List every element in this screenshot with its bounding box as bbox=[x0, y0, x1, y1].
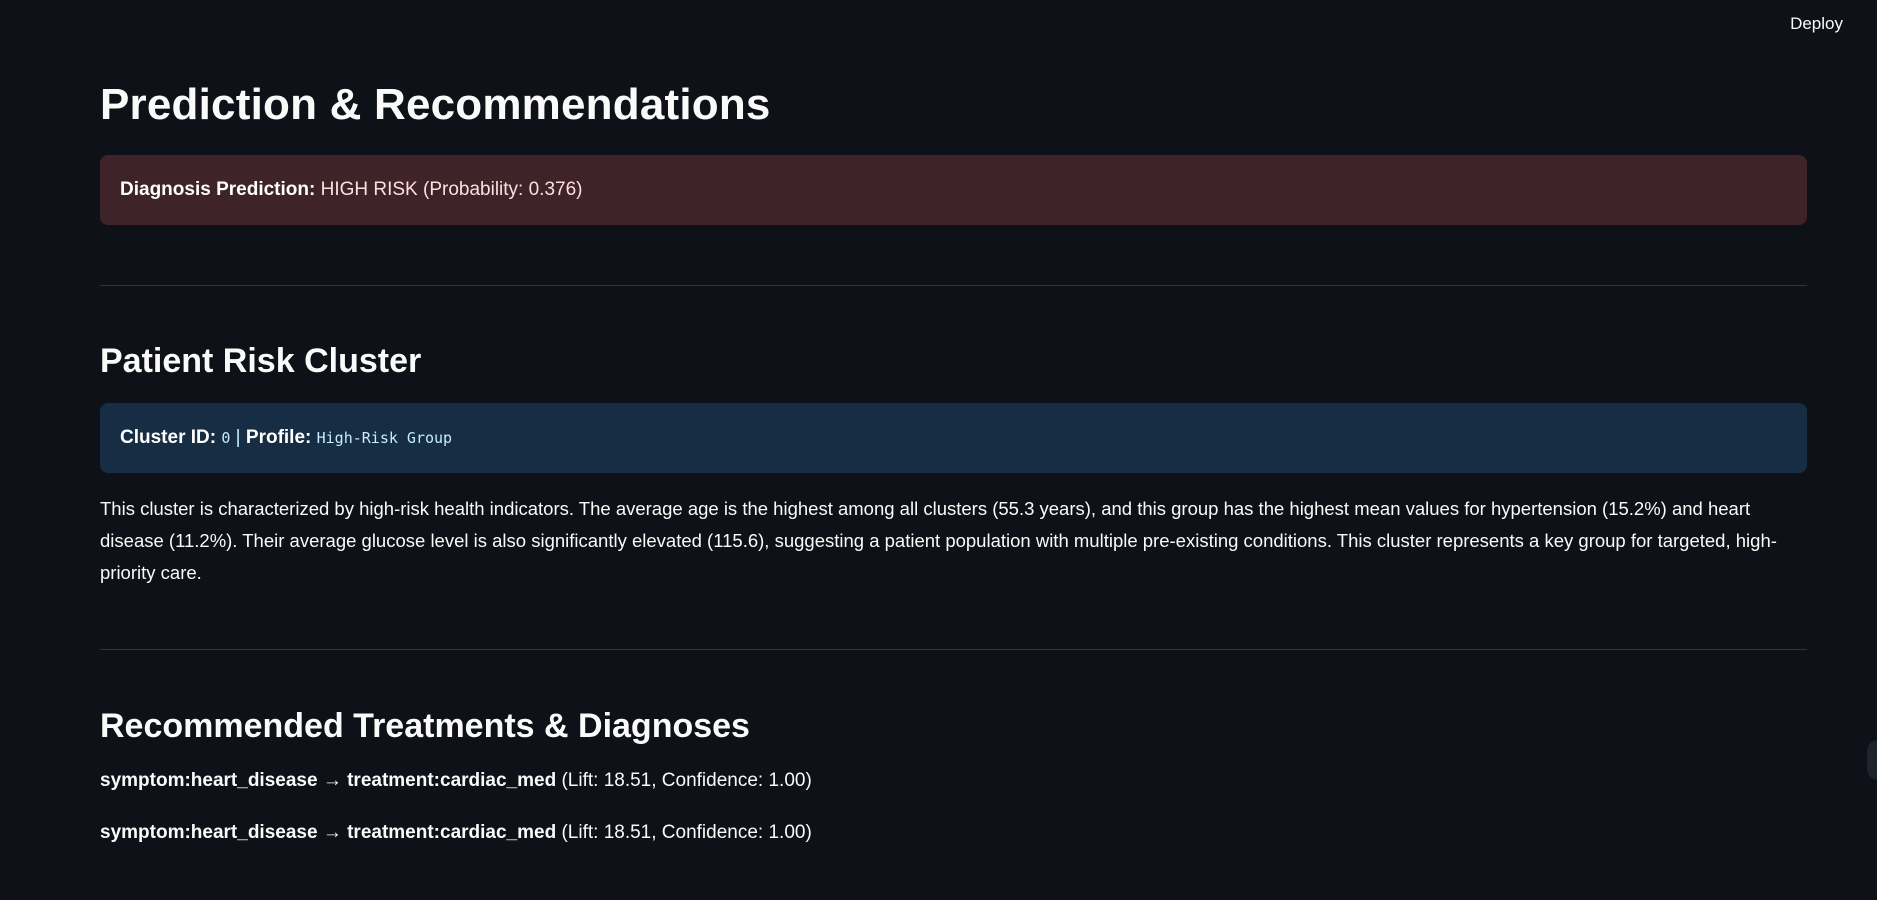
profile-value: High-Risk Group bbox=[316, 429, 453, 447]
cluster-id-label: Cluster ID: bbox=[120, 427, 217, 448]
recommendation-rule: symptom:heart_disease → treatment:cardia… bbox=[100, 822, 557, 843]
cluster-info-alert: Cluster ID: 0 | Profile: High-Risk Group bbox=[100, 403, 1807, 473]
top-toolbar: Deploy bbox=[0, 0, 1877, 50]
sidebar-resize-handle[interactable] bbox=[1867, 740, 1877, 780]
prediction-value: HIGH RISK (Probability: 0.376) bbox=[320, 179, 583, 200]
cluster-separator: | bbox=[235, 427, 241, 448]
prediction-label: Diagnosis Prediction: bbox=[120, 179, 316, 200]
page-title: Prediction & Recommendations bbox=[100, 80, 771, 129]
prediction-alert: Diagnosis Prediction: HIGH RISK (Probabi… bbox=[100, 155, 1807, 225]
recommendations-heading: Recommended Treatments & Diagnoses bbox=[100, 707, 750, 745]
recommendation-item: symptom:heart_disease → treatment:cardia… bbox=[100, 822, 812, 844]
profile-label: Profile: bbox=[245, 427, 312, 448]
deploy-button[interactable]: Deploy bbox=[1784, 12, 1849, 36]
cluster-heading: Patient Risk Cluster bbox=[100, 342, 422, 380]
recommendation-metrics: (Lift: 18.51, Confidence: 1.00) bbox=[561, 822, 812, 843]
recommendation-rule: symptom:heart_disease → treatment:cardia… bbox=[100, 770, 557, 791]
divider bbox=[100, 285, 1807, 286]
cluster-id-value: 0 bbox=[221, 429, 231, 447]
recommendation-metrics: (Lift: 18.51, Confidence: 1.00) bbox=[561, 770, 812, 791]
divider bbox=[100, 649, 1807, 650]
cluster-description: This cluster is characterized by high-ri… bbox=[100, 498, 1777, 583]
recommendation-item: symptom:heart_disease → treatment:cardia… bbox=[100, 770, 812, 792]
